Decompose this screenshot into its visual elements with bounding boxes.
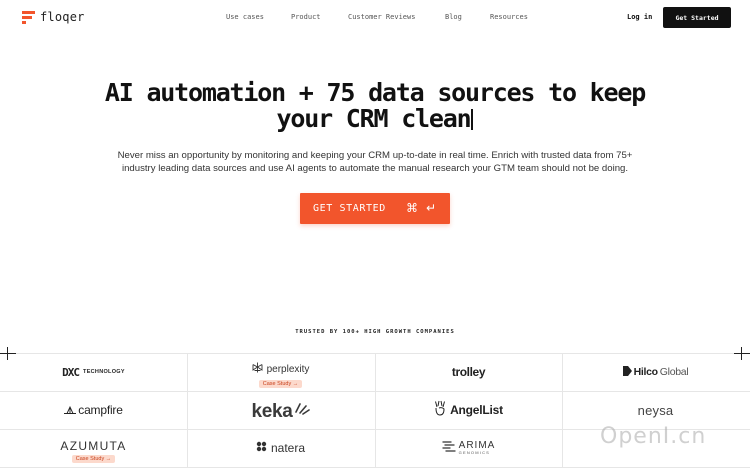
campfire-logo: campfire <box>64 401 123 419</box>
nav-link-blog[interactable]: Blog <box>445 13 462 21</box>
hilco-subtext: Global <box>659 366 689 378</box>
nav-link-customer-reviews[interactable]: Customer Reviews <box>348 13 415 21</box>
nav-get-started-button[interactable]: Get Started <box>663 7 731 28</box>
logo-cell-azumuta[interactable]: AZUMUTA Case Study → <box>0 429 187 467</box>
dxc-logo: DXC TECHNOLOGY <box>62 366 125 379</box>
keka-logo-icon <box>294 402 310 421</box>
hilco-logo: Hilco Global <box>622 363 689 381</box>
perplexity-wordmark: perplexity <box>266 363 310 375</box>
arima-subtext: GENOMICS <box>458 450 491 455</box>
natera-logo-icon <box>256 439 267 457</box>
campfire-wordmark: campfire <box>78 403 123 417</box>
top-nav: floqer Use cases Product Customer Review… <box>0 0 750 36</box>
hero-cta-label: GET STARTED <box>313 203 386 214</box>
dxc-subtext: TECHNOLOGY <box>83 369 125 375</box>
neysa-logo: neysa <box>638 403 674 418</box>
case-study-badge[interactable]: Case Study → <box>71 455 116 463</box>
angellist-logo-icon <box>434 400 446 421</box>
hero-subtitle: Never miss an opportunity by monitoring … <box>75 149 675 175</box>
watermark-text: OpenI.cn <box>600 424 707 449</box>
nav-link-resources[interactable]: Resources <box>490 13 528 21</box>
nav-link-product[interactable]: Product <box>291 13 321 21</box>
natera-wordmark: natera <box>270 441 306 455</box>
angellist-logo: AngelList <box>434 400 503 421</box>
hero-title-line2-wrap: your CRM clean <box>0 106 750 132</box>
hero-subtitle-line2: industry leading data sources and use AI… <box>121 163 629 174</box>
azumuta-wordmark: AZUMUTA <box>60 439 127 453</box>
neysa-wordmark: neysa <box>637 402 674 418</box>
arima-logo: ARIMA GENOMICS <box>442 439 496 457</box>
hero-title-line2: your CRM clean <box>276 104 472 133</box>
hero-get-started-button[interactable]: GET STARTED ⌘ ↵ <box>300 193 450 224</box>
perplexity-logo-icon <box>252 360 263 378</box>
shortcut-hint: ⌘ ↵ <box>406 201 436 215</box>
campfire-logo-icon <box>64 401 77 419</box>
perplexity-logo: perplexity <box>252 360 310 378</box>
angellist-wordmark: AngelList <box>450 403 503 417</box>
logo-cell-arima: ARIMA GENOMICS <box>375 429 562 467</box>
logo-cell-trolley: trolley <box>375 353 562 391</box>
case-study-badge[interactable]: Case Study → <box>258 380 303 388</box>
nav-link-use-cases[interactable]: Use cases <box>226 13 264 21</box>
hero-subtitle-line1: Never miss an opportunity by monitoring … <box>117 150 633 161</box>
logo-cell-dxc: DXC TECHNOLOGY <box>0 353 187 391</box>
text-cursor <box>471 109 474 130</box>
arima-logo-icon <box>442 439 456 457</box>
keka-logo: keka <box>251 400 310 423</box>
hilco-wordmark: Hilco <box>633 366 658 378</box>
logo-cell-keka: keka <box>187 391 374 429</box>
trolley-logo: trolley <box>451 365 486 379</box>
command-key-icon: ⌘ <box>406 201 418 215</box>
logo-cell-hilco: Hilco Global <box>562 353 749 391</box>
logo-cell-natera: natera <box>187 429 374 467</box>
hilco-logo-icon <box>622 363 632 381</box>
hero-title-line1: AI automation + 75 data sources to keep <box>104 78 646 107</box>
login-link[interactable]: Log in <box>627 13 652 21</box>
azumuta-logo: AZUMUTA <box>60 439 126 453</box>
trolley-wordmark: trolley <box>451 365 486 379</box>
logo-cell-campfire: campfire <box>0 391 187 429</box>
logo-cell-perplexity[interactable]: perplexity Case Study → <box>187 353 374 391</box>
hero-title: AI automation + 75 data sources to keep … <box>0 80 750 132</box>
trusted-heading: TRUSTED BY 100+ HIGH GROWTH COMPANIES <box>295 329 455 335</box>
logo-cell-angellist: AngelList <box>375 391 562 429</box>
dxc-wordmark: DXC <box>62 365 80 379</box>
natera-logo: natera <box>256 439 305 457</box>
enter-key-icon: ↵ <box>426 201 437 215</box>
keka-wordmark: keka <box>251 400 293 422</box>
